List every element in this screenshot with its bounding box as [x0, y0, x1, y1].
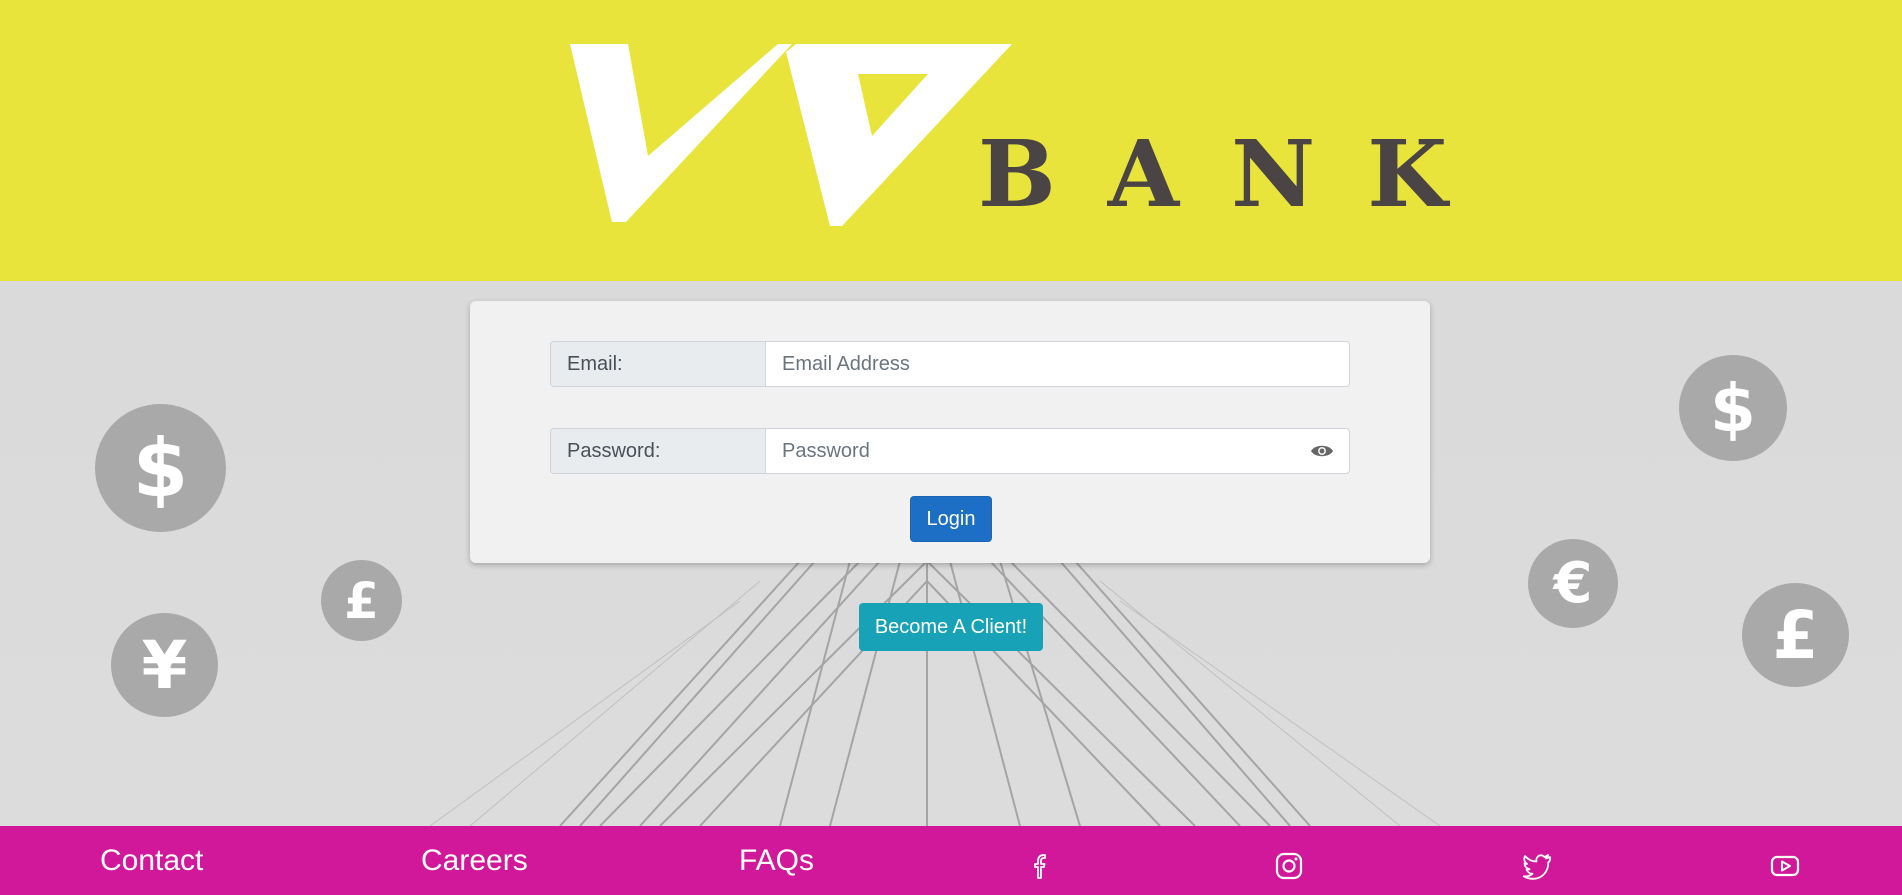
pound-coin-icon: £	[321, 560, 402, 641]
footer-link-careers[interactable]: Careers	[421, 844, 528, 878]
footer-link-contact[interactable]: Contact	[100, 844, 203, 878]
header: BANK	[0, 0, 1902, 281]
password-label: Password:	[550, 428, 765, 474]
become-client-button[interactable]: Become A Client!	[859, 603, 1043, 651]
password-field-wrap	[765, 428, 1350, 476]
twitter-icon[interactable]	[1521, 850, 1553, 882]
password-input[interactable]	[765, 428, 1350, 474]
logo-v-shape	[570, 44, 792, 222]
login-card: Email: Password: Login	[470, 301, 1430, 563]
euro-coin-icon: €	[1528, 539, 1618, 628]
coin-symbol: €	[1553, 551, 1593, 616]
instagram-icon[interactable]	[1273, 850, 1305, 882]
yen-coin-icon: ¥	[111, 613, 218, 717]
login-button[interactable]: Login	[910, 496, 992, 542]
dollar-coin-icon: $	[1679, 355, 1787, 461]
coin-symbol: $	[132, 421, 189, 515]
coin-symbol: £	[1772, 596, 1819, 674]
logo-bank-text: BANK	[978, 120, 1499, 228]
dollar-coin-icon: $	[95, 404, 226, 532]
email-label: Email:	[550, 341, 765, 387]
vd-bank-logo[interactable]: BANK	[560, 36, 1520, 232]
email-row: Email:	[550, 341, 1350, 389]
password-row: Password:	[550, 428, 1350, 476]
coin-symbol: $	[1710, 369, 1756, 447]
show-password-eye-icon[interactable]	[1310, 441, 1334, 461]
facebook-icon[interactable]	[1025, 850, 1057, 882]
coin-symbol: £	[344, 571, 379, 630]
email-input[interactable]	[765, 341, 1350, 387]
footer-link-faqs[interactable]: FAQs	[739, 844, 814, 878]
pound-coin-icon: £	[1742, 583, 1849, 687]
coin-symbol: ¥	[141, 626, 188, 704]
footer: Contact Careers FAQs	[0, 826, 1902, 895]
youtube-icon[interactable]	[1769, 850, 1801, 882]
